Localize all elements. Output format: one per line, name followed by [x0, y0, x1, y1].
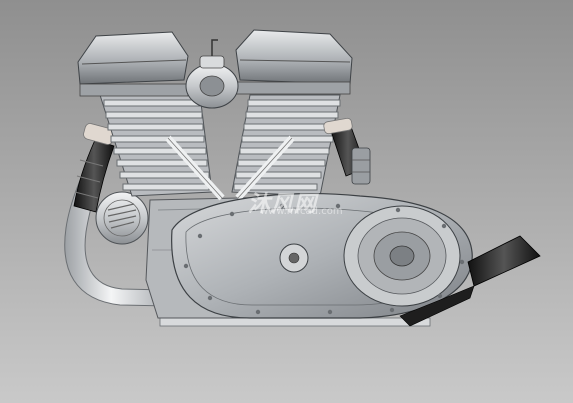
intake-manifold	[185, 39, 239, 109]
front-cylinder	[99, 94, 213, 197]
front-rocker-box	[77, 31, 189, 97]
engine-illustration	[64, 29, 541, 327]
base-plate	[159, 317, 431, 327]
cam-cover	[95, 191, 149, 245]
cad-viewport: 沐风网 www.mfcad.com	[0, 0, 573, 403]
primary-cover	[171, 192, 473, 319]
rear-rocker-box	[235, 29, 353, 95]
oil-filter	[351, 147, 371, 185]
